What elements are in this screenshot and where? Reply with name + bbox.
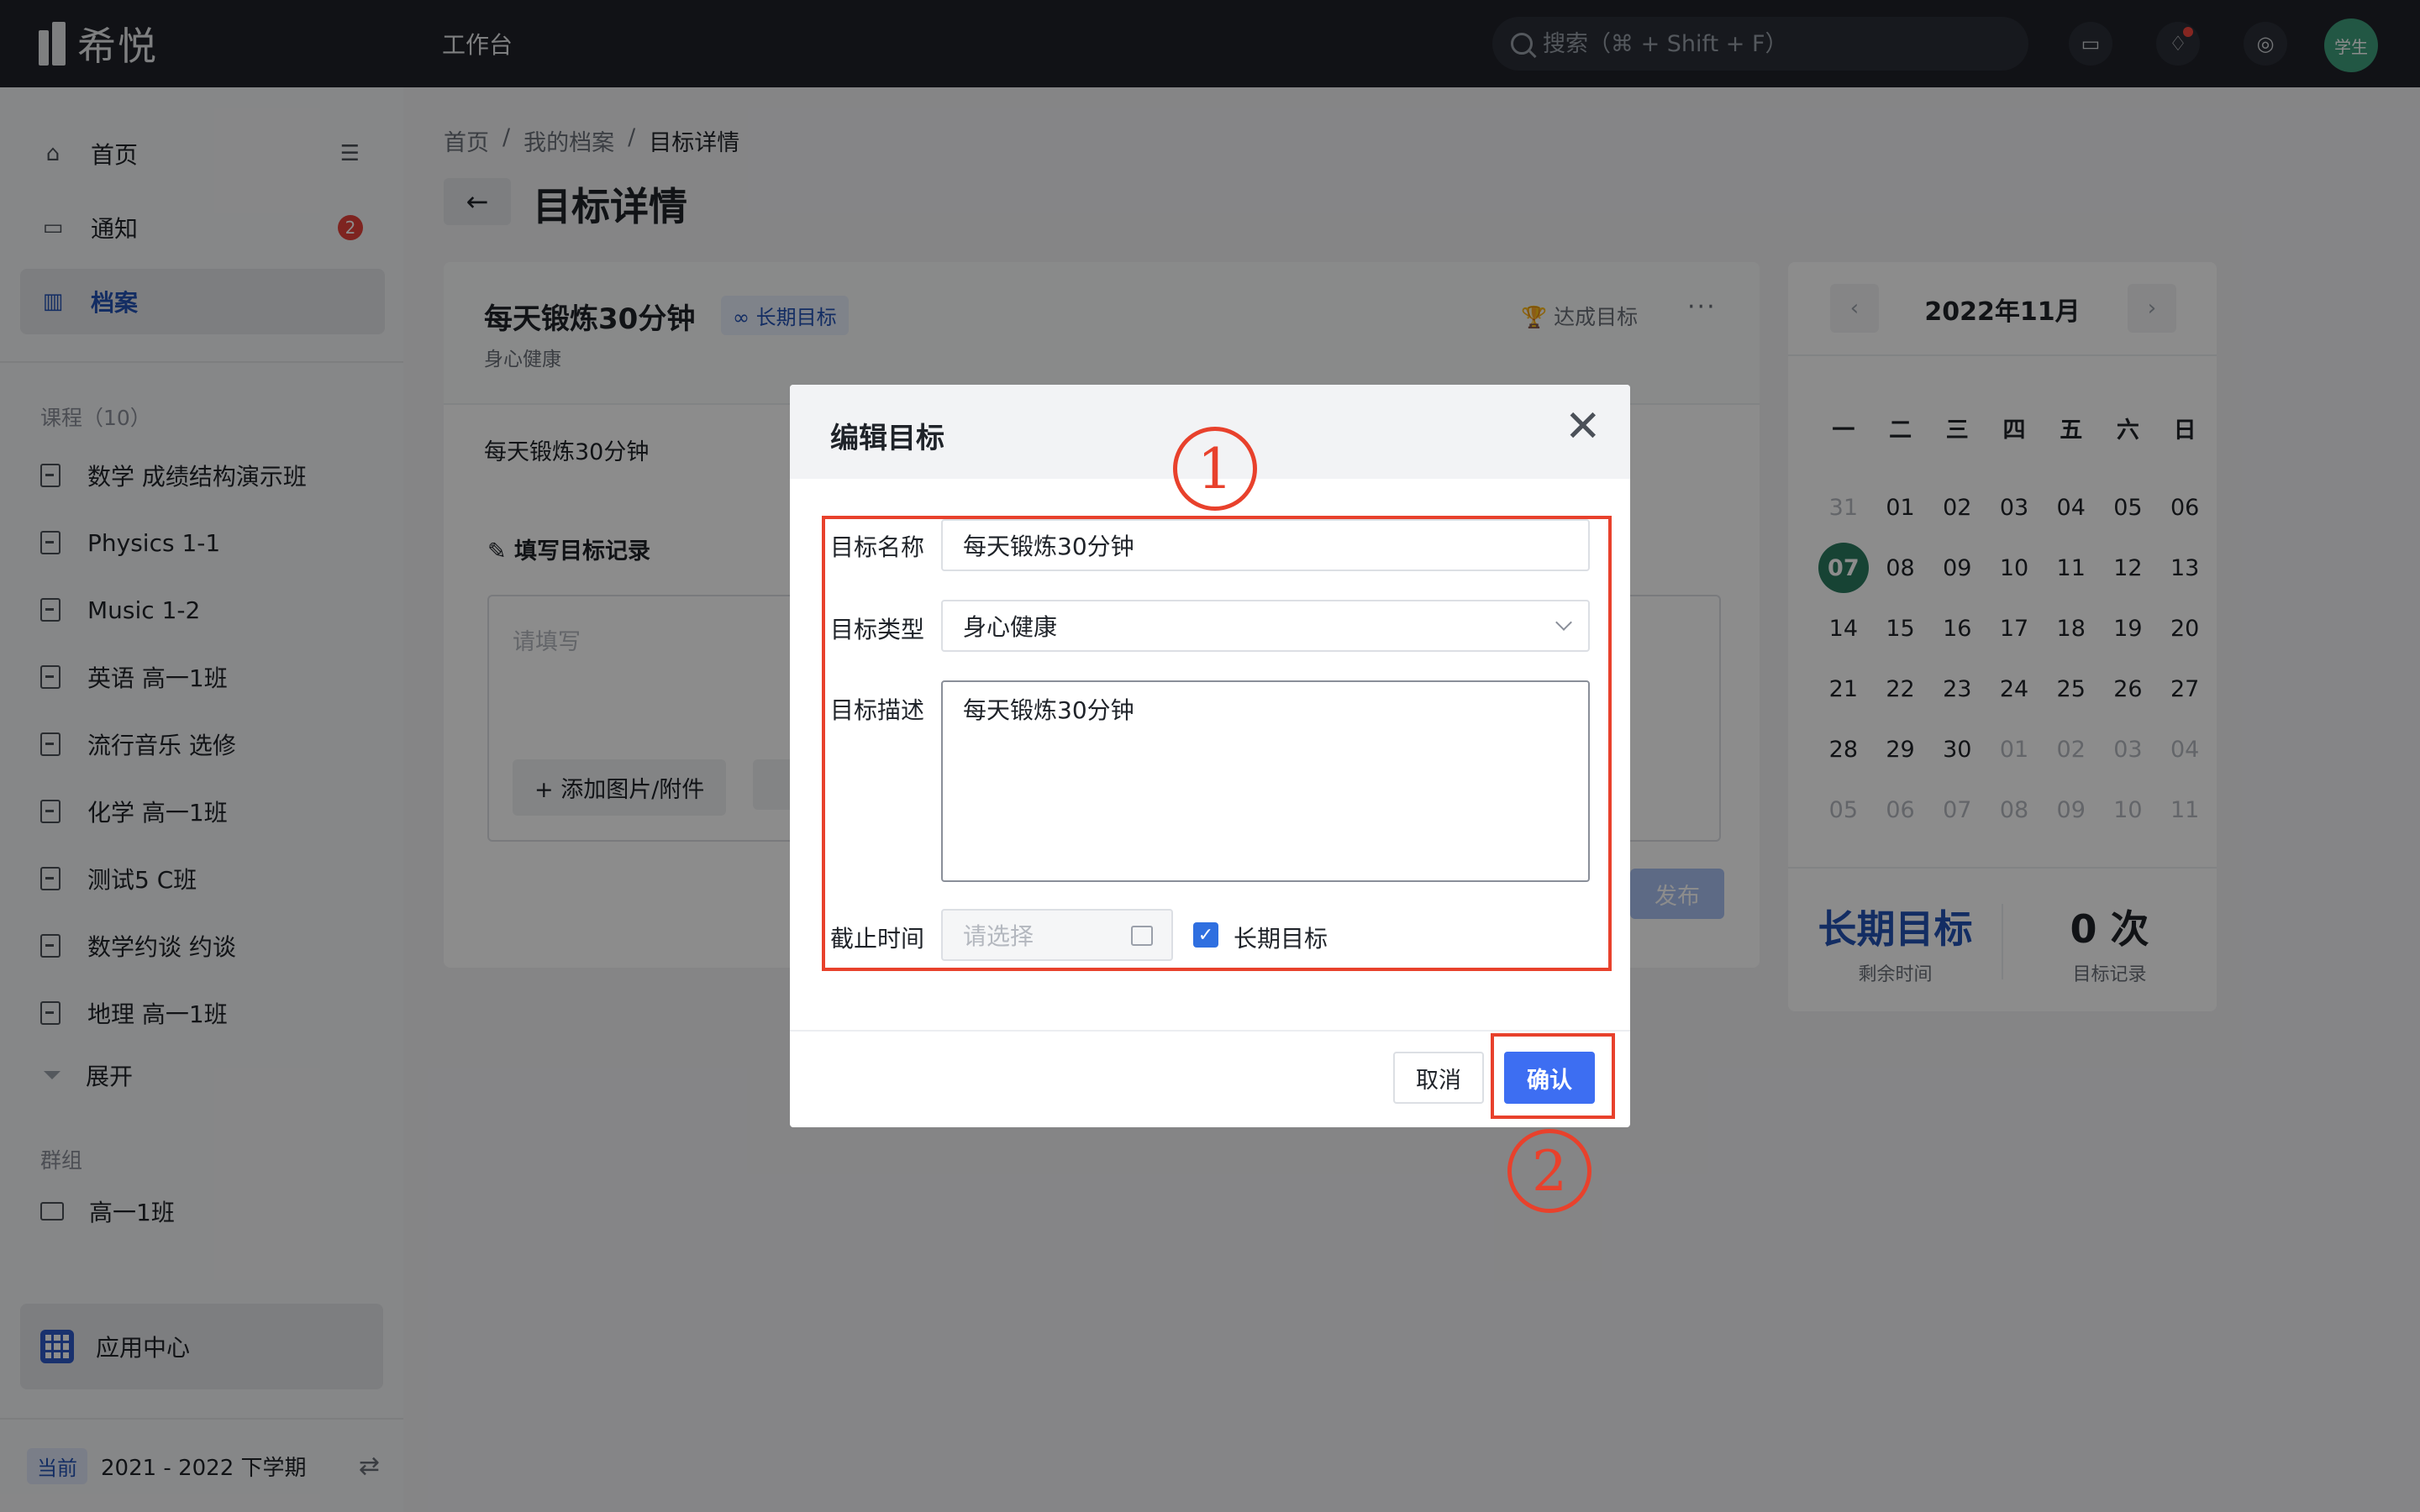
annotation-number-one: 1	[1173, 427, 1257, 511]
annotation-box-confirm	[1491, 1033, 1615, 1119]
divider	[790, 1030, 1630, 1032]
annotation-number-text: 1	[1197, 436, 1233, 501]
close-icon[interactable]: ✕	[1565, 405, 1602, 449]
annotation-number-two: 2	[1507, 1129, 1591, 1213]
cancel-button[interactable]: 取消	[1393, 1052, 1484, 1104]
annotation-box-form	[822, 516, 1612, 971]
dialog-title: 编辑目标	[830, 422, 944, 455]
annotation-number-text: 2	[1532, 1138, 1567, 1204]
